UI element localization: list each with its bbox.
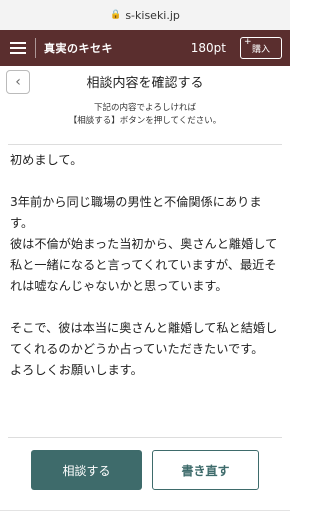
rewrite-button[interactable]: 書き直す bbox=[152, 450, 259, 490]
buy-points-button[interactable]: + 購入 bbox=[240, 37, 282, 59]
plus-icon: + bbox=[244, 37, 252, 47]
consultation-text: 初めまして。 3年前から同じ職場の男性と不倫関係にあります。 彼は不倫が始まった… bbox=[10, 153, 278, 377]
instruction-line-1: 下記の内容でよろしければ bbox=[93, 103, 196, 113]
buy-label: 購入 bbox=[251, 44, 270, 55]
page-title: 相談内容を確認する bbox=[86, 76, 204, 91]
instruction-line-2: 【相談する】ボタンを押してください。 bbox=[68, 116, 222, 126]
points-balance: 180pt bbox=[190, 41, 226, 55]
hamburger-menu-icon[interactable] bbox=[10, 42, 26, 54]
lock-icon: 🔒 bbox=[110, 10, 122, 20]
site-header: 真実のキセキ 180pt + 購入 bbox=[0, 30, 290, 66]
browser-url-bar[interactable]: 🔒 s-kiseki.jp bbox=[0, 0, 290, 30]
content-divider-top bbox=[8, 144, 282, 145]
consult-button[interactable]: 相談する bbox=[31, 450, 142, 490]
instruction-text: 下記の内容でよろしければ 【相談する】ボタンを押してください。 bbox=[0, 102, 290, 128]
content-divider-bottom bbox=[8, 437, 282, 438]
site-logo[interactable]: 真実のキセキ bbox=[44, 40, 113, 56]
footer-divider bbox=[0, 510, 290, 511]
header-divider bbox=[35, 38, 36, 58]
browser-url: s-kiseki.jp bbox=[125, 8, 180, 22]
